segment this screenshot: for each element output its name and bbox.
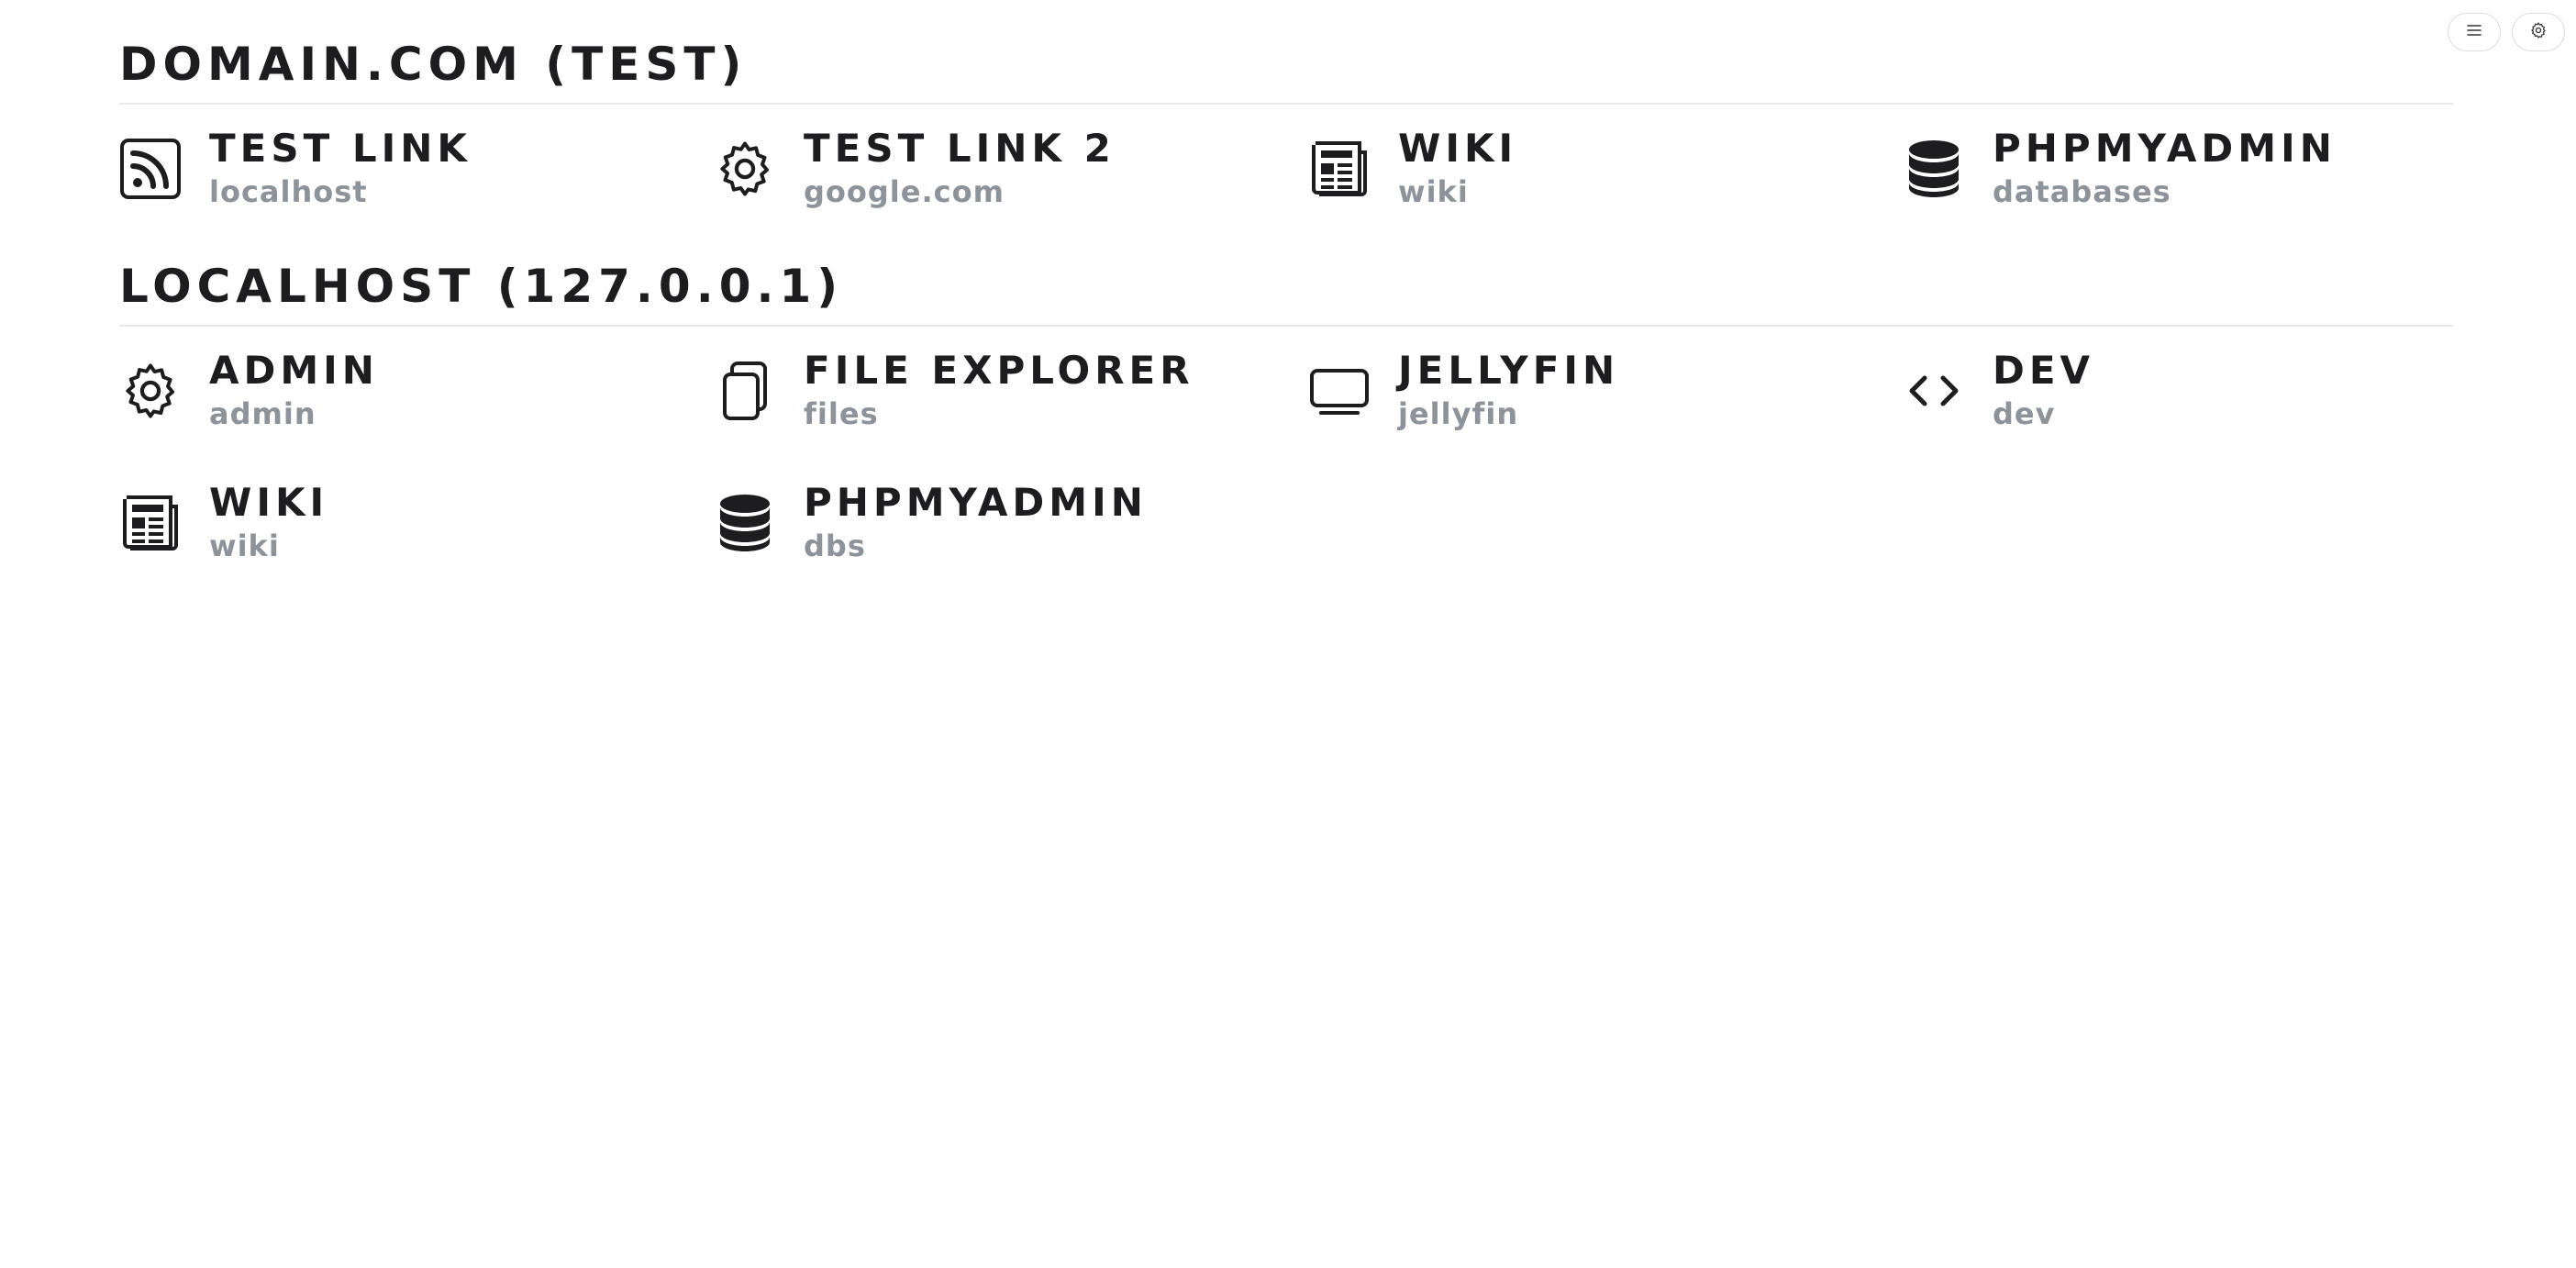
app-url: dev bbox=[1993, 396, 2056, 431]
app-url: localhost bbox=[209, 174, 368, 209]
app-admin[interactable]: ADMIN admin bbox=[119, 341, 714, 440]
tv-icon bbox=[1308, 360, 1371, 422]
app-url: databases bbox=[1993, 174, 2171, 209]
files-icon bbox=[714, 360, 776, 422]
settings-button[interactable] bbox=[2512, 13, 2565, 51]
group-localhost: LOCALHOST (127.0.0.1) ADMIN admin FILE E… bbox=[119, 251, 2453, 573]
group-title: DOMAIN.COM (TEST) bbox=[119, 29, 2453, 105]
newspaper-icon bbox=[119, 492, 182, 554]
gear-icon bbox=[2529, 21, 2548, 43]
app-name: ADMIN bbox=[209, 348, 379, 393]
app-file-explorer[interactable]: FILE EXPLORER files bbox=[714, 341, 1308, 440]
group-domain: DOMAIN.COM (TEST) TEST LINK localhost TE… bbox=[119, 29, 2453, 218]
app-url: wiki bbox=[209, 528, 280, 563]
code-icon bbox=[1903, 360, 1965, 422]
group-title: LOCALHOST (127.0.0.1) bbox=[119, 251, 2453, 327]
app-wiki[interactable]: WIKI wiki bbox=[119, 473, 714, 573]
app-url: dbs bbox=[804, 528, 866, 563]
app-test-link[interactable]: TEST LINK localhost bbox=[119, 119, 714, 218]
app-wiki[interactable]: WIKI wiki bbox=[1308, 119, 1903, 218]
database-icon bbox=[714, 492, 776, 554]
app-phpmyadmin[interactable]: PHPMYADMIN databases bbox=[1903, 119, 2497, 218]
app-test-link-2[interactable]: TEST LINK 2 google.com bbox=[714, 119, 1308, 218]
app-name: WIKI bbox=[209, 480, 329, 525]
app-dev[interactable]: DEV dev bbox=[1903, 341, 2497, 440]
app-grid: TEST LINK localhost TEST LINK 2 google.c… bbox=[119, 119, 2453, 218]
app-name: FILE EXPLORER bbox=[804, 348, 1194, 393]
app-url: google.com bbox=[804, 174, 1005, 209]
menu-icon bbox=[2465, 21, 2483, 43]
app-url: admin bbox=[209, 396, 316, 431]
menu-button[interactable] bbox=[2448, 13, 2501, 51]
app-name: TEST LINK 2 bbox=[804, 126, 1116, 171]
newspaper-icon bbox=[1308, 138, 1371, 200]
app-name: PHPMYADMIN bbox=[804, 480, 1148, 525]
app-name: WIKI bbox=[1398, 126, 1518, 171]
app-url: jellyfin bbox=[1398, 396, 1519, 431]
database-icon bbox=[1903, 138, 1965, 200]
app-jellyfin[interactable]: JELLYFIN jellyfin bbox=[1308, 341, 1903, 440]
app-name: PHPMYADMIN bbox=[1993, 126, 2337, 171]
top-toolbar bbox=[2448, 13, 2565, 51]
app-name: TEST LINK bbox=[209, 126, 472, 171]
app-url: files bbox=[804, 396, 879, 431]
app-name: JELLYFIN bbox=[1398, 348, 1620, 393]
gear-icon bbox=[714, 138, 776, 200]
app-grid: ADMIN admin FILE EXPLORER files JELLYFIN… bbox=[119, 341, 2453, 573]
gear-icon bbox=[119, 360, 182, 422]
app-url: wiki bbox=[1398, 174, 1469, 209]
dashboard: DOMAIN.COM (TEST) TEST LINK localhost TE… bbox=[119, 29, 2453, 606]
rss-icon bbox=[119, 138, 182, 200]
app-name: DEV bbox=[1993, 348, 2095, 393]
app-phpmyadmin[interactable]: PHPMYADMIN dbs bbox=[714, 473, 1308, 573]
